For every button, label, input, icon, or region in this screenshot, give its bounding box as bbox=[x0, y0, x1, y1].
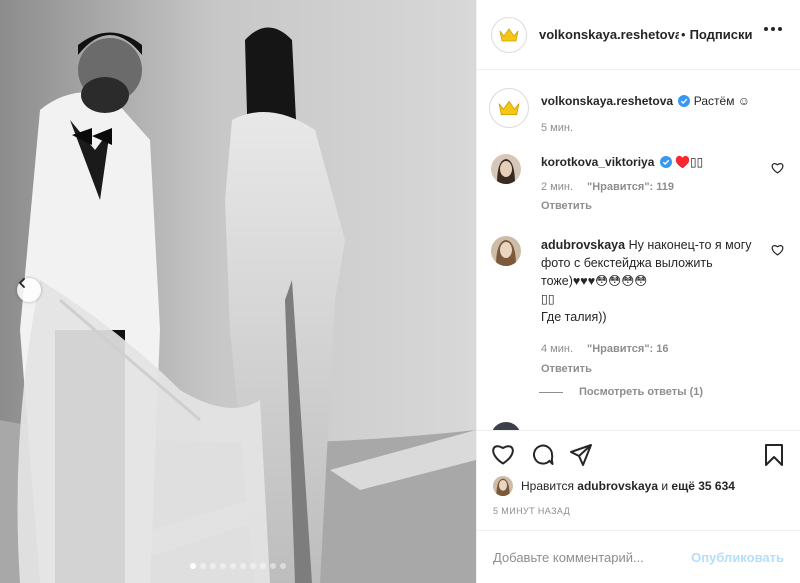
verified-badge-icon bbox=[678, 95, 691, 107]
carousel-dot bbox=[240, 563, 246, 569]
avatar[interactable] bbox=[491, 16, 527, 53]
avatar[interactable] bbox=[491, 236, 521, 266]
more-options-icon[interactable] bbox=[764, 27, 782, 31]
chevron-left-icon bbox=[19, 278, 25, 288]
avatar[interactable] bbox=[491, 154, 521, 184]
reply-button[interactable]: Ответить bbox=[541, 198, 761, 215]
carousel-dot bbox=[260, 563, 266, 569]
view-replies-button[interactable]: Посмотреть ответы (1) bbox=[539, 386, 703, 398]
comment-text-line2: ▯▯ bbox=[541, 292, 555, 306]
comment-time[interactable]: 4 мин. bbox=[541, 343, 573, 355]
comment-composer: Опубликовать bbox=[477, 530, 800, 583]
likes-summary: Нравится adubrovskaya и ещё 35 634 bbox=[493, 476, 735, 496]
avatar[interactable] bbox=[489, 88, 529, 128]
carousel-dot bbox=[220, 563, 226, 569]
carousel-prev-button[interactable] bbox=[17, 278, 41, 302]
comment-likes[interactable]: "Нравится": 16 bbox=[587, 343, 668, 355]
photo-illustration bbox=[0, 0, 476, 583]
comment-text: ♥️▯▯ bbox=[675, 155, 704, 169]
comment-time[interactable]: 2 мин. bbox=[541, 181, 573, 193]
caption-text: Растём ☺ bbox=[693, 94, 751, 108]
comment-text-line3: Где талия)) bbox=[541, 310, 607, 324]
following-button[interactable]: Подписки bbox=[690, 27, 753, 42]
post-photo[interactable] bbox=[0, 0, 476, 583]
likes-count-link[interactable]: ещё 35 634 bbox=[671, 479, 735, 493]
publish-button[interactable]: Опубликовать bbox=[691, 550, 784, 565]
view-replies-label: Посмотреть ответы (1) bbox=[579, 386, 704, 398]
share-icon[interactable] bbox=[569, 443, 593, 467]
carousel-dot bbox=[250, 563, 256, 569]
heart-icon[interactable] bbox=[771, 162, 784, 174]
comments-list[interactable]: volkonskaya.reshetova Растём ☺ 5 мин. ko… bbox=[477, 70, 800, 430]
action-bar bbox=[477, 430, 800, 474]
comment-username[interactable]: adubrovskaya bbox=[541, 238, 625, 252]
caption-time[interactable]: 5 мин. bbox=[541, 122, 750, 134]
reply-button[interactable]: Ответить bbox=[541, 360, 761, 378]
comment-username[interactable]: korotkova_viktoriya bbox=[541, 155, 654, 169]
post-side-panel: volkonskaya.reshetova • Подписки volkons… bbox=[476, 0, 800, 583]
comment-icon[interactable] bbox=[531, 443, 555, 467]
comment-input[interactable] bbox=[493, 549, 692, 565]
comment-item bbox=[491, 422, 521, 430]
header-separator: • bbox=[681, 27, 686, 42]
crown-icon bbox=[499, 27, 519, 41]
comment-meta: 2 мин. "Нравится": 119 bbox=[541, 179, 761, 196]
likes-user-link[interactable]: adubrovskaya bbox=[577, 479, 658, 493]
carousel-dot bbox=[210, 563, 216, 569]
post-header: volkonskaya.reshetova • Подписки bbox=[477, 0, 800, 70]
likes-prefix: Нравится bbox=[521, 479, 574, 493]
carousel-dots bbox=[0, 563, 476, 569]
avatar[interactable] bbox=[491, 422, 521, 430]
comment-item: korotkova_viktoriya ♥️▯▯ 2 мин. "Нравится… bbox=[491, 154, 786, 215]
comment-item: adubrovskaya Ну наконец-то я могу фото с… bbox=[491, 236, 786, 378]
carousel-dot bbox=[280, 563, 286, 569]
caption-username[interactable]: volkonskaya.reshetova bbox=[541, 94, 673, 108]
carousel-dot bbox=[190, 563, 196, 569]
header-username[interactable]: volkonskaya.reshetova bbox=[539, 27, 679, 42]
carousel-dot bbox=[200, 563, 206, 569]
carousel-dot bbox=[230, 563, 236, 569]
bookmark-icon[interactable] bbox=[764, 443, 784, 467]
post-timestamp[interactable]: 5 МИНУТ НАЗАД bbox=[493, 506, 570, 516]
post-caption: volkonskaya.reshetova Растём ☺ 5 мин. bbox=[489, 88, 750, 134]
like-heart-icon[interactable] bbox=[491, 443, 515, 465]
comment-likes[interactable]: "Нравится": 119 bbox=[587, 181, 674, 193]
carousel-dot bbox=[270, 563, 276, 569]
crown-icon bbox=[498, 100, 520, 116]
heart-icon[interactable] bbox=[771, 244, 784, 256]
divider bbox=[539, 391, 563, 393]
likes-middle: и bbox=[661, 479, 669, 493]
avatar[interactable] bbox=[493, 476, 513, 496]
comment-meta: 4 мин. "Нравится": 16 bbox=[541, 340, 761, 358]
verified-badge-icon bbox=[659, 156, 672, 168]
